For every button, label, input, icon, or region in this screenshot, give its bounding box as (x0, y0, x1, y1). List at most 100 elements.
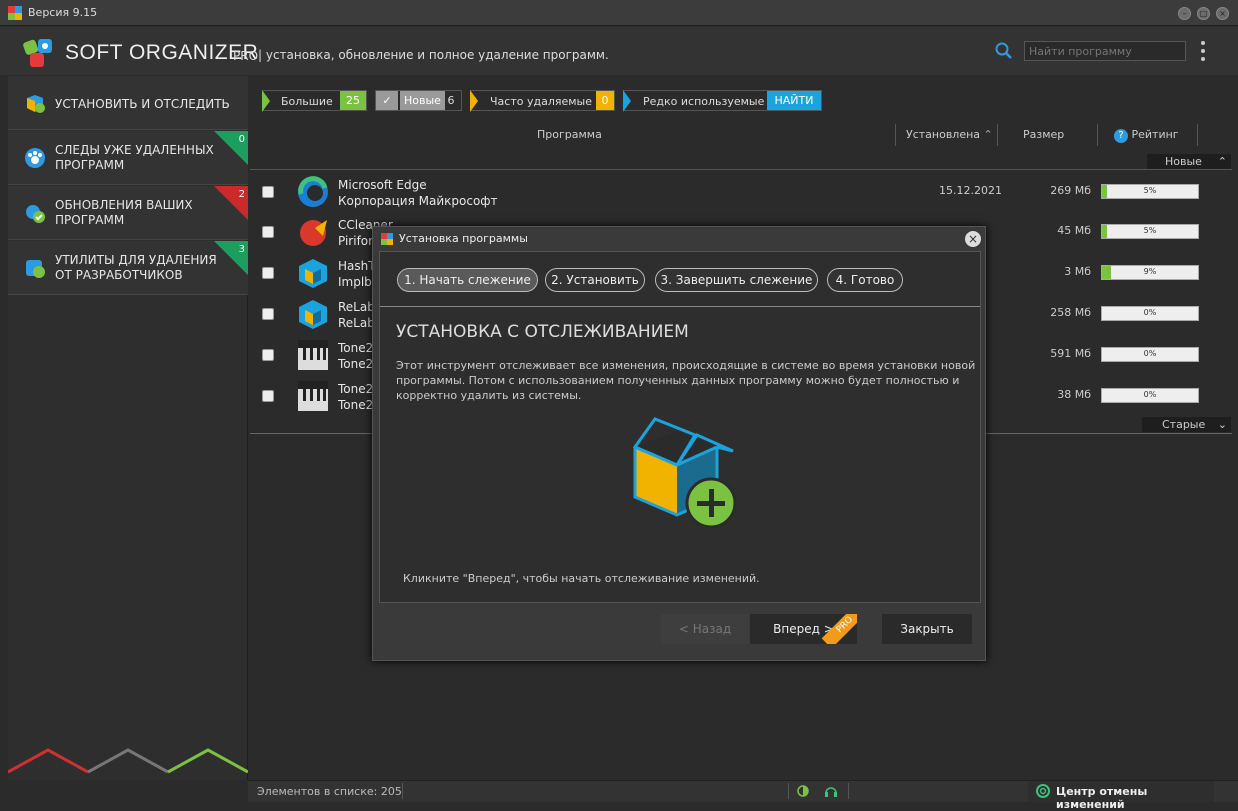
paw-icon (25, 148, 45, 168)
edge-app-icon (298, 176, 328, 207)
filter-new[interactable]: ✓ Новые 6 (375, 90, 462, 111)
close-button[interactable]: Закрыть (882, 614, 972, 644)
row-checkbox[interactable] (262, 308, 274, 320)
row-size: 258 Мб (1050, 306, 1091, 319)
brand-slogan: | установка, обновление и полное удалени… (258, 48, 609, 62)
chevron-down-icon: ⌄ (1217, 418, 1227, 431)
dialog-title: Установка программы (399, 232, 528, 245)
search-icon[interactable] (995, 42, 1013, 60)
row-name: Microsoft Edge (338, 178, 427, 192)
updates-count-badge: 2 (214, 186, 248, 220)
close-window-button[interactable]: × (1216, 7, 1229, 20)
brand-logo-icon (23, 39, 52, 67)
sidebar-item-traces[interactable]: СЛЕДЫ УЖЕ УДАЛЕННЫХ ПРОГРАММ 0 (8, 131, 248, 185)
divider (380, 306, 980, 307)
dialog-content: 1. Начать слежение 2. Установить 3. Заве… (379, 251, 981, 603)
step-1: 1. Начать слежение (397, 268, 538, 292)
sidebar-item-install-track[interactable]: УСТАНОВИТЬ И ОТСЛЕДИТЬ (8, 76, 248, 130)
table-row[interactable]: Microsoft Edge Корпорация Майкрософт 15.1… (250, 172, 1232, 213)
update-cloud-icon (26, 205, 45, 223)
row-vendor: ReLab (338, 316, 375, 330)
column-installed[interactable]: Установлена ⌃ (906, 128, 993, 141)
piano-keys-icon (298, 381, 328, 411)
row-checkbox[interactable] (262, 186, 274, 198)
row-size: 45 Мб (1057, 224, 1091, 237)
row-checkbox[interactable] (262, 226, 274, 238)
rating-bar: 5% (1101, 224, 1199, 239)
minimize-button[interactable]: – (1178, 7, 1191, 20)
column-size[interactable]: Размер (1023, 128, 1064, 141)
rating-bar: 9% (1101, 265, 1199, 280)
utility-icon (26, 260, 45, 278)
dialog-close-icon[interactable]: × (965, 231, 981, 247)
filter-frequent-count: 0 (596, 91, 614, 110)
column-program[interactable]: Программа (537, 128, 602, 141)
undo-center-button[interactable]: Центр отмены изменений (1028, 781, 1214, 811)
install-box-icon (27, 95, 45, 113)
filter-rarely-used[interactable]: Редко используемые НАЙТИ (623, 90, 822, 112)
rating-bar: 5% (1101, 184, 1199, 199)
install-box-illustration-icon (632, 417, 737, 529)
back-button[interactable]: < Назад (661, 614, 749, 644)
divider (250, 169, 1232, 170)
rating-bar: 0% (1101, 347, 1199, 362)
next-button[interactable]: Вперед > PRO (750, 614, 857, 644)
package-app-icon (299, 259, 327, 288)
column-divider (1097, 124, 1098, 146)
column-divider (997, 124, 998, 146)
sidebar-item-label: УСТАНОВИТЬ И ОТСЛЕДИТЬ (55, 97, 230, 111)
filter-new-count: 6 (447, 94, 455, 107)
row-size: 591 Мб (1050, 347, 1091, 360)
brand-pro: PRO (233, 49, 259, 63)
app-header: SOFT ORGANIZER PRO | установка, обновлен… (0, 27, 1238, 75)
maximize-button[interactable]: □ (1197, 7, 1210, 20)
sidebar-item-vendor-utilities[interactable]: УТИЛИТЫ ДЛЯ УДАЛЕНИЯ ОТ РАЗРАБОТЧИКОВ 3 (8, 241, 248, 295)
dialog-description: Этот инструмент отслеживает все изменени… (396, 359, 976, 402)
sidebar-item-label: ОБНОВЛЕНИЯ ВАШИХ ПРОГРАММ (55, 198, 193, 227)
rating-bar: 0% (1101, 388, 1199, 403)
row-checkbox[interactable] (262, 267, 274, 279)
group-old-header[interactable]: Старые ⌄ (1142, 417, 1231, 432)
headset-icon[interactable] (824, 784, 838, 798)
help-icon: ? (1114, 129, 1128, 143)
filter-big[interactable]: Большие 25 (262, 90, 367, 112)
row-vendor: Tone2 (338, 398, 374, 412)
row-name: Tone2 (338, 382, 374, 396)
status-bar: Элементов в списке: 205 Центр отмены изм… (248, 780, 1238, 811)
piano-keys-icon (298, 340, 328, 370)
brightness-icon[interactable] (796, 784, 810, 798)
menu-kebab-icon[interactable] (1201, 41, 1205, 61)
row-vendor: Корпорация Майкрософт (338, 194, 498, 208)
step-2: 2. Установить (545, 268, 645, 292)
find-rare-button[interactable]: НАЙТИ (767, 91, 821, 110)
package-app-icon (299, 300, 327, 329)
checkmark-icon: ✓ (376, 91, 398, 110)
filter-frequently-removed[interactable]: Часто удаляемые 0 (470, 90, 615, 112)
sidebar-item-label: УТИЛИТЫ ДЛЯ УДАЛЕНИЯ ОТ РАЗРАБОТЧИКОВ (55, 253, 217, 282)
row-date: 15.12.2021 (939, 184, 1002, 197)
install-dialog: Установка программы × 1. Начать слежение… (372, 226, 986, 661)
row-name: ReLab (338, 300, 375, 314)
utilities-count-badge: 3 (214, 241, 248, 275)
dialog-logo-icon (381, 233, 393, 245)
column-divider (895, 124, 896, 146)
decorative-zigzag (8, 748, 248, 774)
column-rating[interactable]: ? Рейтинг (1114, 128, 1179, 143)
row-size: 269 Мб (1050, 184, 1091, 197)
dialog-hint: Кликните "Вперед", чтобы начать отслежив… (403, 572, 760, 585)
app-logo-icon (8, 6, 22, 20)
step-4: 4. Готово (827, 268, 903, 292)
column-divider (1197, 124, 1198, 146)
row-size: 3 Мб (1064, 265, 1091, 278)
group-new-header[interactable]: Новые ⌃ (1147, 154, 1231, 169)
traces-count-badge: 0 (214, 131, 248, 165)
row-checkbox[interactable] (262, 390, 274, 402)
row-size: 38 Мб (1057, 388, 1091, 401)
title-bar: Версия 9.15 – □ × (0, 0, 1238, 26)
row-checkbox[interactable] (262, 349, 274, 361)
version-label: Версия 9.15 (28, 6, 98, 19)
search-input[interactable] (1024, 41, 1186, 61)
item-count: Элементов в списке: 205 (257, 785, 402, 798)
sidebar-item-updates[interactable]: ОБНОВЛЕНИЯ ВАШИХ ПРОГРАММ 2 (8, 186, 248, 240)
sort-asc-icon: ⌃ (983, 128, 993, 141)
